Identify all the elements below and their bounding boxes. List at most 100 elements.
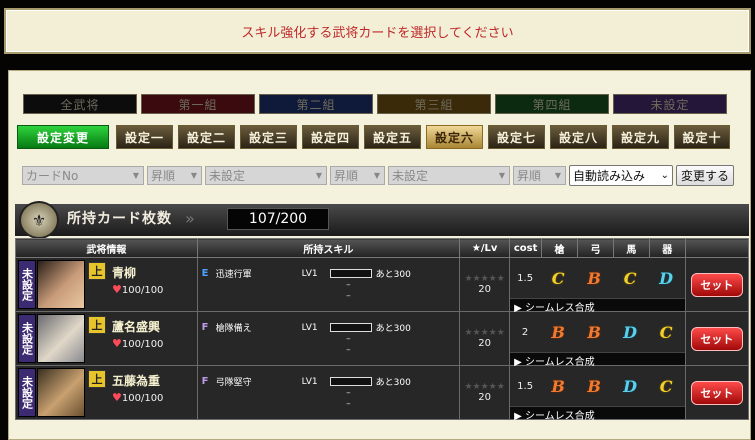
hp-display: ♥100/100 xyxy=(112,391,163,404)
section-title: 所持カード枚数 xyxy=(67,211,172,227)
sort-order-select-1[interactable]: 昇順 ▼ xyxy=(147,166,202,185)
hp-display: ♥100/100 xyxy=(112,283,163,296)
seamless-synthesis-link[interactable]: ▶ シームレス合成 xyxy=(510,352,685,368)
set-button[interactable]: セット xyxy=(690,380,743,405)
general-portrait xyxy=(37,314,85,363)
dropdown-arrow-icon: ▼ xyxy=(554,171,562,180)
dropdown-arrow-icon: ▼ xyxy=(315,171,323,180)
star-level-cell: ★★★★★ 20 xyxy=(459,257,511,312)
general-name: 青柳 xyxy=(112,266,137,280)
setting-10-button[interactable]: 設定十 xyxy=(674,125,730,149)
status-text: 未設定 xyxy=(20,376,34,409)
set-button[interactable]: セット xyxy=(690,272,743,297)
sort-key-select-3[interactable]: 未設定 ▼ xyxy=(388,166,510,185)
heart-icon: ♥ xyxy=(112,283,122,296)
general-card[interactable]: 未設定 上 青柳 ♥100/100 xyxy=(16,258,196,311)
siege-aptitude: C xyxy=(659,322,673,342)
setting-6-button[interactable]: 設定六 xyxy=(426,125,483,149)
general-card[interactable]: 未設定 上 五藤為重 ♥100/100 xyxy=(16,366,196,419)
auto-load-value: 自動読み込み xyxy=(573,169,646,183)
instruction-text: スキル強化する武将カードを選択してください xyxy=(241,25,514,41)
col-action xyxy=(684,238,750,258)
col-horse: 馬 xyxy=(612,238,650,258)
siege-aptitude: D xyxy=(659,268,674,288)
col-general-info: 武将情報 xyxy=(15,238,198,258)
skill-cell: E 迅速行軍 LV1 あと300 – – xyxy=(196,257,461,312)
dropdown-arrow-icon: ▼ xyxy=(132,171,140,180)
status-badge: 未設定 xyxy=(18,260,36,309)
card-panel: 全武将 第一組 第二組 第三組 第四組 未設定 設定変更 設定一 設定二 設定三… xyxy=(8,70,751,440)
auto-load-select[interactable]: 自動読み込み ⌄ xyxy=(569,165,673,186)
general-card[interactable]: 未設定 上 蘆名盛興 ♥100/100 xyxy=(16,312,196,365)
sort-order-1-value: 昇順 xyxy=(151,169,176,183)
skill-cell: F 槍隊備え LV1 あと300 – – xyxy=(196,311,461,366)
card-level: 20 xyxy=(478,338,492,349)
chevron-down-icon: ⌄ xyxy=(660,170,669,181)
star-rating: ★★★★★ xyxy=(464,328,505,338)
col-skills: 所持スキル xyxy=(196,238,461,258)
spear-aptitude: B xyxy=(551,376,565,396)
card-level: 20 xyxy=(478,392,492,403)
cost-value: 1.5 xyxy=(517,380,534,392)
cost-aptitude-cell: 2 B B D C ▶ シームレス合成 xyxy=(509,311,686,368)
group-tab-all[interactable]: 全武将 xyxy=(23,94,137,114)
skill-level: LV1 xyxy=(301,376,318,387)
cost-aptitude-cell: 1.5 B B D C ▶ シームレス合成 xyxy=(509,365,686,422)
setting-8-button[interactable]: 設定八 xyxy=(550,125,607,149)
cost-aptitude-cell: 1.5 C B C D ▶ シームレス合成 xyxy=(509,257,686,314)
skill-rank: F xyxy=(201,322,209,333)
skill-exp-bar xyxy=(329,377,372,386)
setting-3-button[interactable]: 設定三 xyxy=(240,125,297,149)
setting-4-button[interactable]: 設定四 xyxy=(302,125,359,149)
group-tab-unset[interactable]: 未設定 xyxy=(613,94,727,114)
skill-rank: E xyxy=(201,268,209,279)
sort-key-select-1[interactable]: カードNo ▼ xyxy=(22,166,144,185)
status-badge: 未設定 xyxy=(18,368,36,417)
seamless-synthesis-link[interactable]: ▶ シームレス合成 xyxy=(510,298,685,314)
col-spear: 槍 xyxy=(541,238,578,258)
skill-slot-3: – xyxy=(346,398,351,409)
sort-order-3-value: 昇順 xyxy=(517,169,542,183)
group-tab-4[interactable]: 第四組 xyxy=(495,94,609,114)
sort-order-2-value: 昇順 xyxy=(334,169,359,183)
sort-order-select-3[interactable]: 昇順 ▼ xyxy=(513,166,566,185)
status-text: 未設定 xyxy=(20,268,34,301)
heart-icon: ♥ xyxy=(112,337,122,350)
skill-exp-bar xyxy=(329,323,372,332)
sort-order-select-2[interactable]: 昇順 ▼ xyxy=(330,166,385,185)
table-row: 未設定 上 蘆名盛興 ♥100/100 F 槍隊備え LV1 あと300 – – ★★… xyxy=(15,311,750,368)
group-tab-3[interactable]: 第三組 xyxy=(377,94,491,114)
sort-key-select-2[interactable]: 未設定 ▼ xyxy=(205,166,327,185)
setting-1-button[interactable]: 設定一 xyxy=(116,125,173,149)
status-badge: 未設定 xyxy=(18,314,36,363)
instruction-message: スキル強化する武将カードを選択してください xyxy=(4,8,751,54)
set-button[interactable]: セット xyxy=(690,326,743,351)
skill-slot-2: – xyxy=(346,333,351,344)
hp-display: ♥100/100 xyxy=(112,337,163,350)
seamless-synthesis-link[interactable]: ▶ シームレス合成 xyxy=(510,406,685,422)
col-star-level: ★/Lv xyxy=(459,238,511,258)
bow-aptitude: B xyxy=(587,322,601,342)
sort-key-3-value: 未設定 xyxy=(392,169,429,183)
setting-9-button[interactable]: 設定九 xyxy=(612,125,669,149)
skill-slot-2: – xyxy=(346,279,351,290)
settings-change-button[interactable]: 設定変更 xyxy=(17,125,109,149)
group-tab-2[interactable]: 第二組 xyxy=(259,94,373,114)
dropdown-arrow-icon: ▼ xyxy=(373,171,381,180)
setting-7-button[interactable]: 設定七 xyxy=(488,125,545,149)
setting-5-button[interactable]: 設定五 xyxy=(364,125,421,149)
hp-value: 100/100 xyxy=(121,393,164,404)
skill-exp-remaining: あと300 xyxy=(375,378,411,388)
card-table: 武将情報 所持スキル ★/Lv cost 槍 弓 馬 器 未設定 上 青柳 ♥1… xyxy=(15,238,750,422)
change-button[interactable]: 変更する xyxy=(676,165,734,186)
skill-exp-remaining: あと300 xyxy=(375,270,411,280)
group-tab-1[interactable]: 第一組 xyxy=(141,94,255,114)
skill-exp-bar xyxy=(329,269,372,278)
setting-2-button[interactable]: 設定二 xyxy=(178,125,235,149)
skill-cell: F 弓隊堅守 LV1 あと300 – – xyxy=(196,365,461,420)
hp-value: 100/100 xyxy=(121,285,164,296)
skill-slot-3: – xyxy=(346,344,351,355)
skill-exp-remaining: あと300 xyxy=(375,324,411,334)
star-rating: ★★★★★ xyxy=(464,274,505,284)
skill-name: 弓隊堅守 xyxy=(215,378,252,388)
